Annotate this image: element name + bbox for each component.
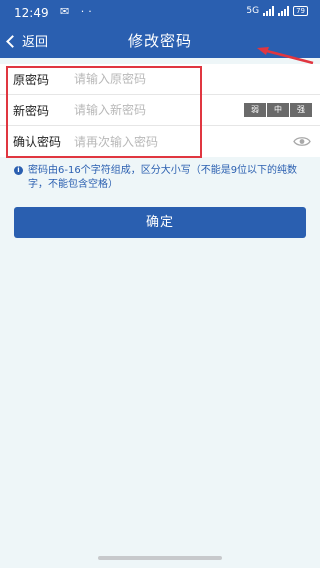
annotation-highlight-box (6, 66, 202, 158)
signal-icon (263, 6, 275, 16)
strength-weak: 弱 (244, 103, 266, 117)
password-strength-meter: 弱 中 强 (243, 103, 312, 117)
annotation-arrow-icon (257, 47, 314, 65)
signal-icon-2 (278, 6, 290, 16)
battery-icon: 79 (293, 6, 308, 16)
home-indicator[interactable] (98, 556, 222, 560)
status-bar: 12:49 ✉ ·· 5G 79 (0, 0, 320, 26)
info-icon: i (14, 166, 23, 175)
status-right-icons: 5G 79 (246, 6, 308, 16)
strength-strong: 强 (290, 103, 312, 117)
password-rule-hint: i 密码由6-16个字符组成，区分大小写（不能是9位以下的纯数字，不能包含空格） (14, 164, 310, 192)
network-label: 5G (246, 6, 260, 16)
eye-icon[interactable] (293, 136, 311, 147)
hint-text: 密码由6-16个字符组成，区分大小写（不能是9位以下的纯数字，不能包含空格） (28, 165, 298, 190)
confirm-button[interactable]: 确定 (14, 207, 306, 238)
notification-icons: ✉ ·· (60, 5, 96, 18)
status-time: 12:49 (14, 6, 49, 20)
strength-medium: 中 (267, 103, 289, 117)
